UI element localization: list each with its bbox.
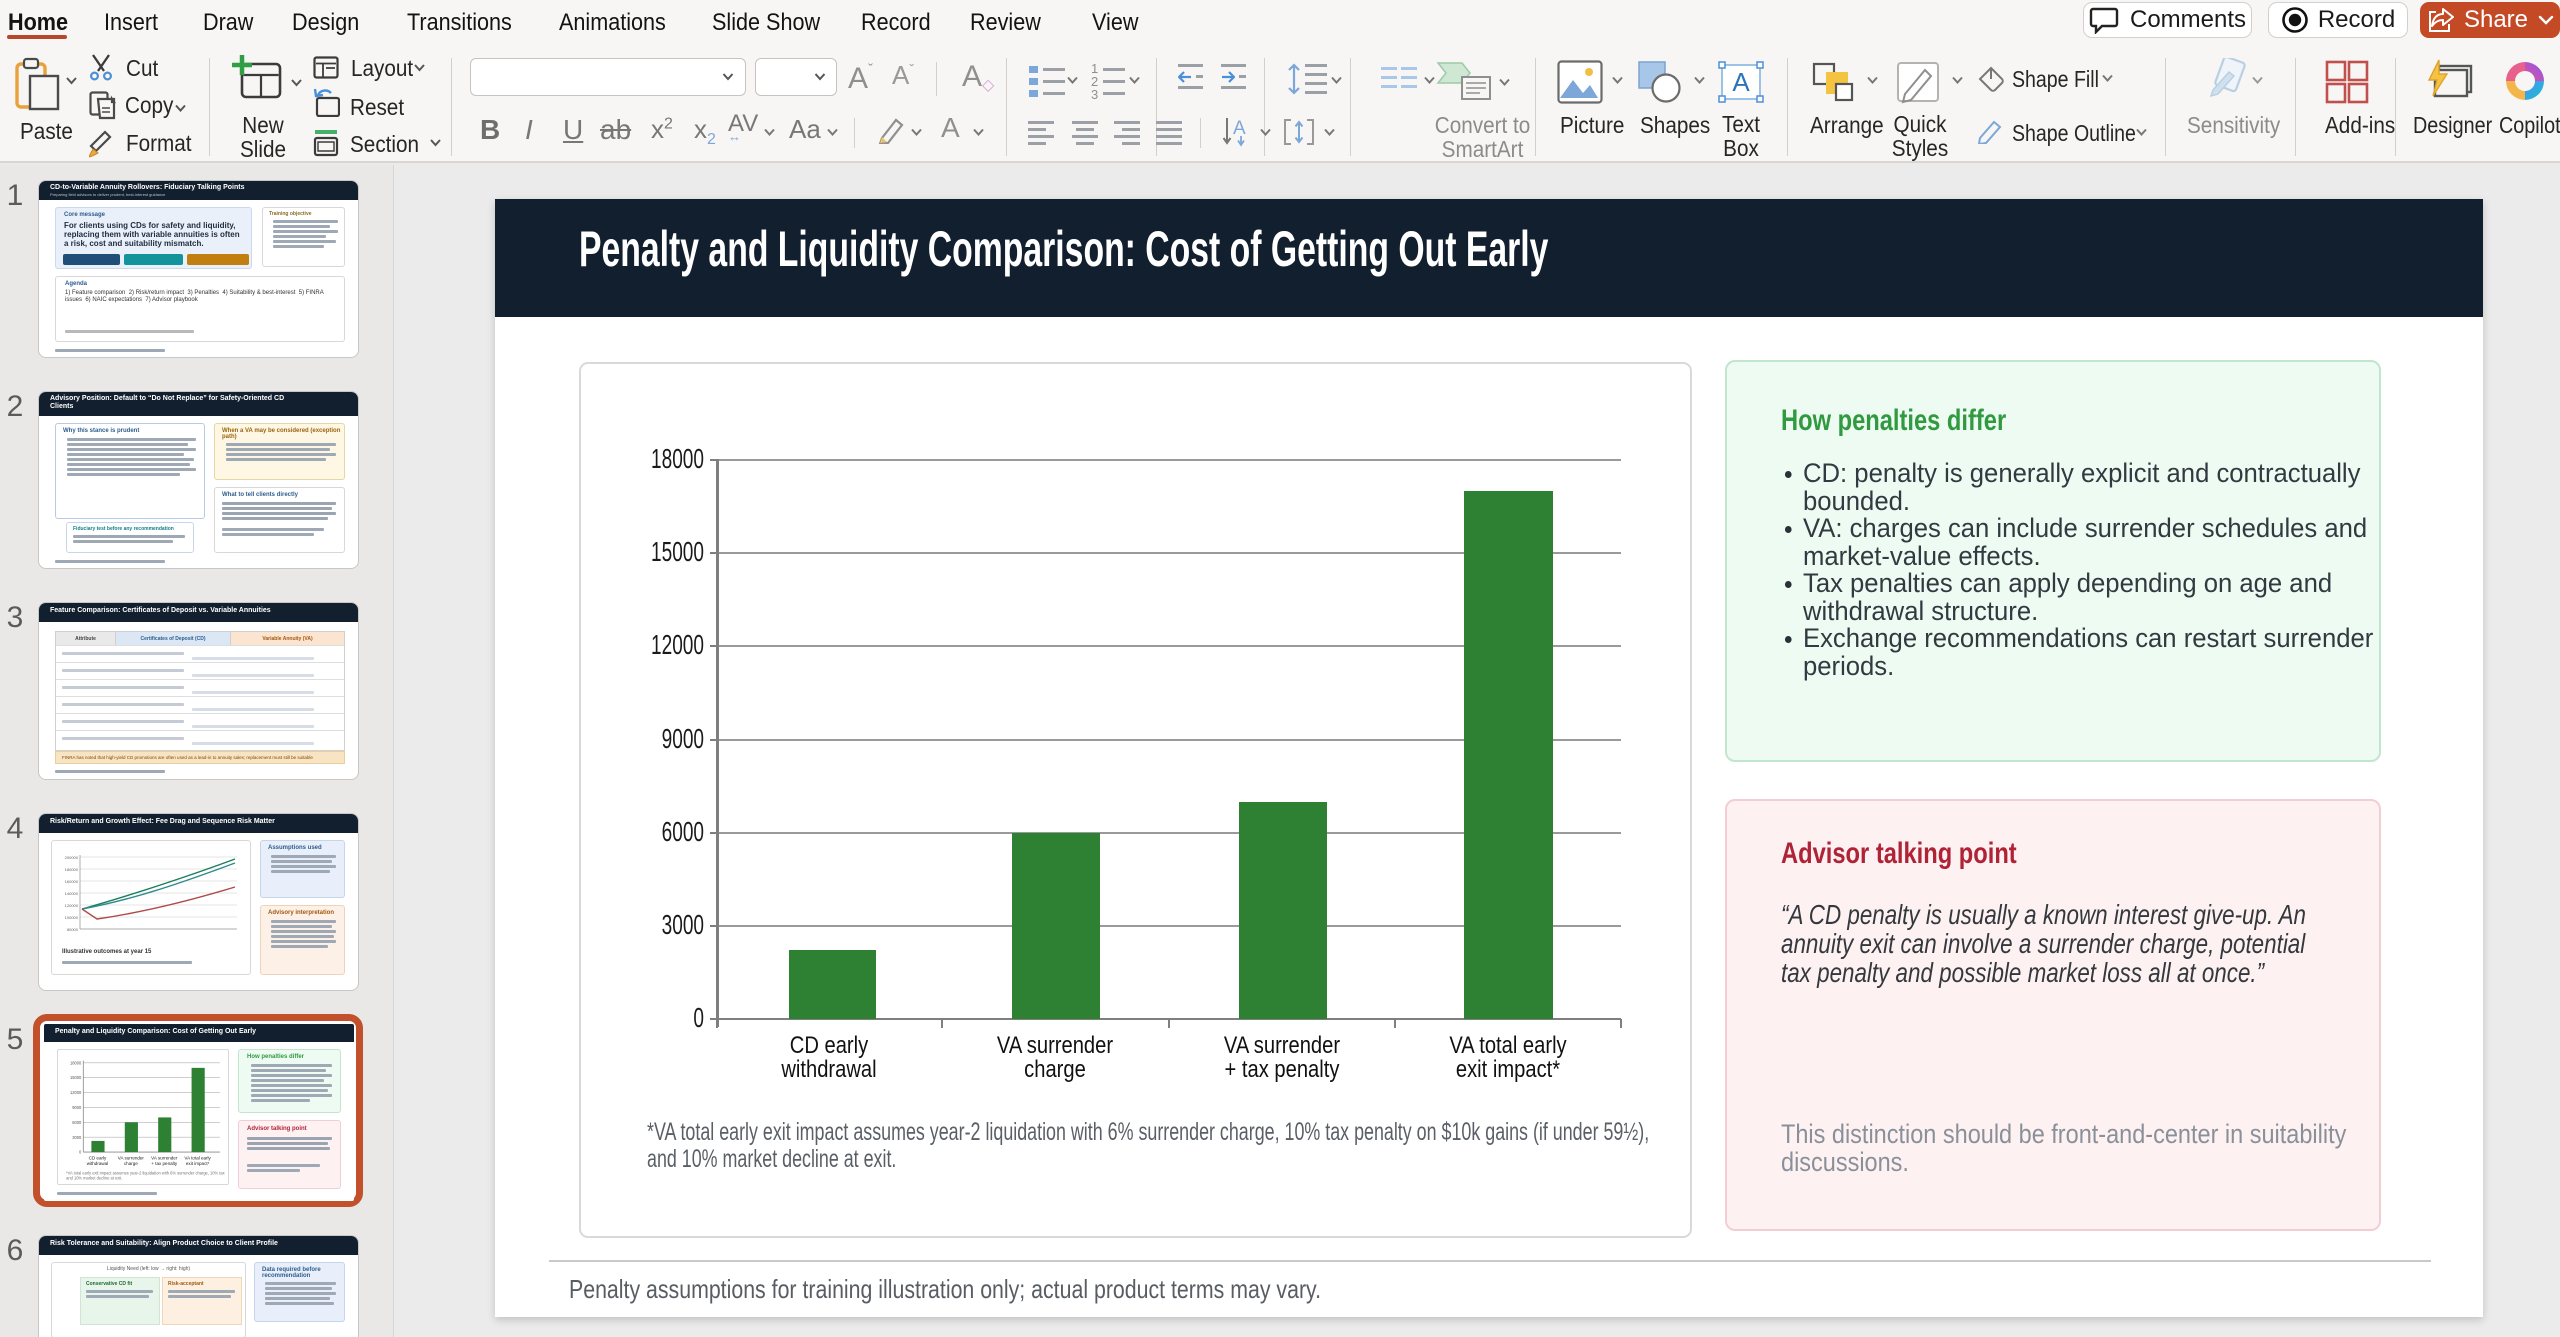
svg-text:A: A [1732,67,1750,97]
svg-text:+ tax penalty: + tax penalty [151,1161,178,1166]
svg-text:200000: 200000 [65,855,79,860]
svg-text:100000: 100000 [65,915,79,920]
svg-text:6000: 6000 [72,1120,82,1125]
svg-text:A: A [1233,118,1246,139]
svg-text:9000: 9000 [72,1105,82,1110]
svg-text:exit impact*: exit impact* [186,1161,210,1166]
svg-text:80000: 80000 [67,927,79,932]
svg-text:0: 0 [79,1150,82,1155]
svg-text:12000: 12000 [70,1090,82,1095]
svg-text:18000: 18000 [70,1060,82,1065]
svg-text:160000: 160000 [65,879,79,884]
svg-text:and 10% market decline at exit: and 10% market decline at exit. [66,1176,122,1181]
svg-text:3000: 3000 [72,1135,82,1140]
svg-text:180000: 180000 [65,867,79,872]
svg-text:140000: 140000 [65,891,79,896]
svg-text:15000: 15000 [70,1075,82,1080]
svg-text:charge: charge [124,1161,138,1166]
svg-text:120000: 120000 [65,903,79,908]
svg-text:withdrawal: withdrawal [87,1161,108,1166]
